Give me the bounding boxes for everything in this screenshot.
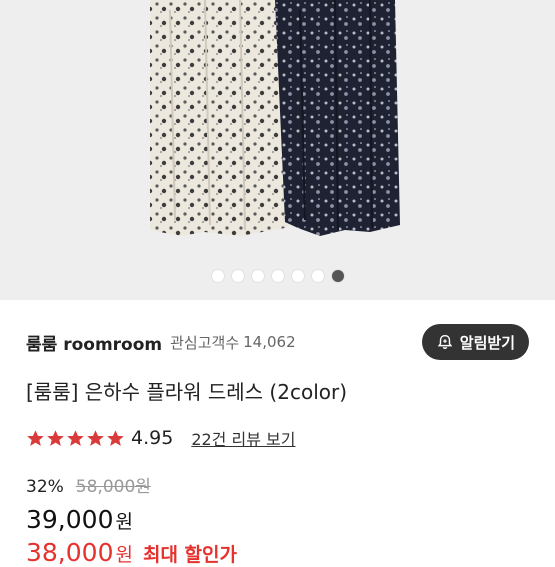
carousel-indicator [0, 270, 555, 282]
rating-row: 4.95 22건 리뷰 보기 [26, 426, 295, 450]
discount-rate: 32% [26, 477, 64, 497]
best-price-value: 38,000 [26, 538, 114, 567]
review-link[interactable]: 22건 리뷰 보기 [191, 426, 295, 450]
carousel-dot[interactable] [291, 270, 304, 282]
carousel-dot[interactable] [311, 270, 324, 282]
shop-info: 룸룸 roomroom 관심고객수 14,062 알림받기 [26, 324, 529, 360]
star-icon [87, 429, 104, 446]
sale-price: 39,000 원 [26, 505, 133, 534]
carousel-dot[interactable] [251, 270, 264, 282]
best-price: 38,000 원 최대 할인가 [26, 538, 237, 567]
original-price: 58,000원 [75, 477, 151, 497]
carousel-dot-active[interactable] [331, 270, 344, 282]
product-photo [0, 0, 555, 300]
carousel-dot[interactable] [271, 270, 284, 282]
best-price-unit: 원 [115, 544, 133, 566]
product-image-carousel[interactable] [0, 0, 555, 300]
follower-count: 14,062 [243, 333, 296, 351]
bell-plus-icon [437, 334, 453, 350]
carousel-dot[interactable] [211, 270, 224, 282]
star-icon [27, 429, 44, 446]
alert-button-label: 알림받기 [459, 333, 515, 352]
star-icon [47, 429, 64, 446]
carousel-dot[interactable] [231, 270, 244, 282]
star-icon [67, 429, 84, 446]
discount-row: 32% 58,000원 [26, 472, 151, 497]
star-icon [107, 429, 124, 446]
sale-price-unit: 원 [115, 511, 133, 533]
product-title: [룸룸] 은하수 플라워 드레스 (2color) [26, 380, 348, 404]
sale-price-value: 39,000 [26, 505, 114, 534]
best-price-label: 최대 할인가 [142, 544, 237, 566]
follower-label: 관심고객수 [170, 333, 240, 352]
rating-score: 4.95 [131, 427, 174, 449]
shop-name[interactable]: 룸룸 roomroom [26, 330, 162, 355]
rating-stars [26, 429, 125, 448]
alert-subscribe-button[interactable]: 알림받기 [421, 324, 529, 360]
